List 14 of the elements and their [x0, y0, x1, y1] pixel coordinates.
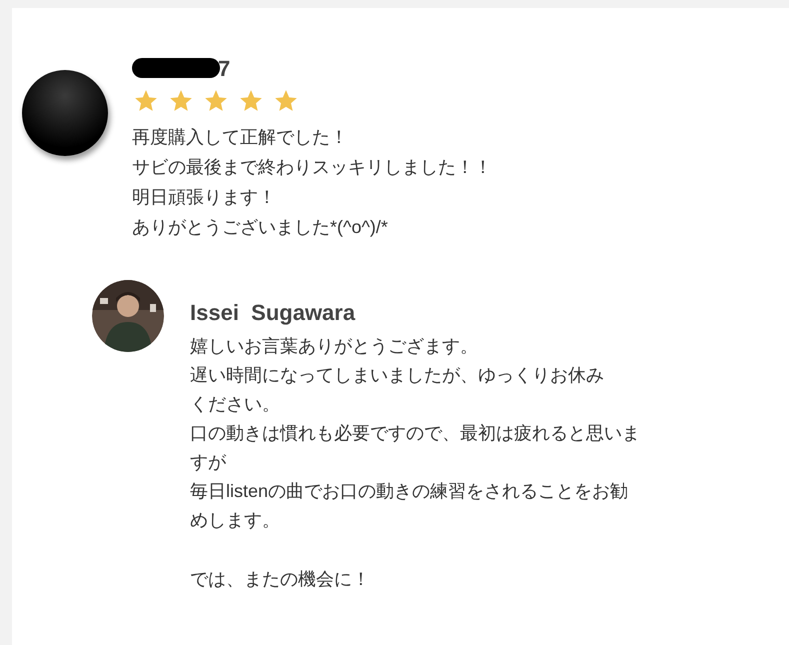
review-text: 再度購入して正解でした！ [132, 126, 349, 149]
reply-text: 嬉しいお言葉ありがとうござます。 [190, 335, 479, 358]
reply-text: 毎日listenの曲でお口の動きの練習をされることをお勧 [190, 480, 630, 503]
reply-text: めします。 [190, 509, 281, 532]
reply-text: では、またの機会に！ [190, 568, 371, 591]
reply-text: ください。 [190, 393, 281, 416]
username: 7 [218, 54, 230, 82]
review-text: 明日頑張ります！ [132, 186, 277, 209]
reply-text: すが [190, 451, 228, 474]
review-text: ありがとうございました*(^o^)/* [132, 216, 389, 239]
reply-text: 口の動きは慣れも必要ですので、最初は疲れると思いま [190, 422, 640, 445]
reply-text: 遅い時間になってしまいましたが、ゆっくりお休み [190, 364, 605, 387]
reply-author: Issei Sugawara [190, 299, 356, 327]
review-text: サビの最後まで終わりスッキリしました！！ [132, 156, 492, 179]
